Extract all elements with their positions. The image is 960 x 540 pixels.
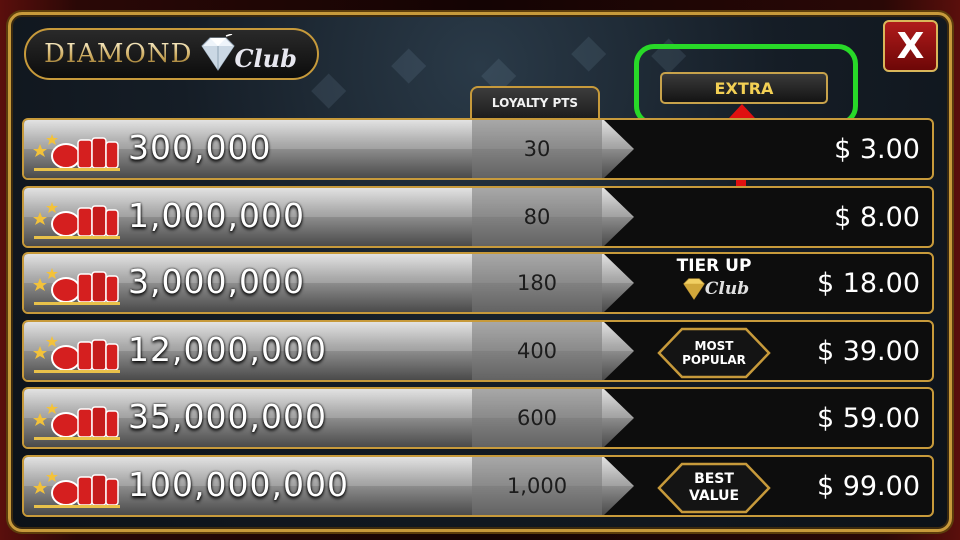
loyalty-points: 400 [516, 339, 558, 363]
loyalty-points: 600 [516, 406, 558, 430]
star-icon [33, 481, 47, 494]
loyalty-points-header: LOYALTY PTS [470, 86, 600, 118]
package-row[interactable]: 35,000,000 600 $ 59.00 [22, 387, 934, 449]
package-row[interactable]: 300,000 30 $ 3.00 [22, 118, 934, 180]
star-icon [33, 278, 47, 291]
package-row[interactable]: 1,000,000 80 $ 8.00 [22, 186, 934, 248]
star-icon [46, 403, 58, 414]
star-icon [33, 413, 47, 426]
chip-stack-icon [33, 268, 120, 305]
coin-amount: 3,000,000 [128, 262, 305, 301]
chip-stack-icon [33, 134, 120, 171]
star-icon [46, 336, 58, 347]
chip-stack-icon [33, 403, 120, 440]
bg-diamond-icon: ◆ [571, 23, 607, 77]
tier-up-badge: TIER UP Club [664, 256, 764, 312]
bg-diamond-icon: ◆ [311, 60, 347, 114]
loyalty-points: 180 [516, 271, 558, 295]
price-label: $ 8.00 [834, 201, 920, 233]
logo-club-script: Club [234, 43, 297, 73]
star-icon [33, 212, 47, 225]
package-row[interactable]: 100,000,000 1,000 BEST VALUE $ 99.00 [22, 455, 934, 517]
price-label: $ 59.00 [816, 402, 920, 434]
chip-stack-icon [33, 336, 120, 373]
package-row[interactable]: 12,000,000 400 MOST POPULAR $ 39.00 [22, 320, 934, 382]
price-label: $ 18.00 [816, 267, 920, 299]
best-value-badge: BEST VALUE [688, 471, 740, 504]
tier-up-label: TIER UP [676, 256, 752, 276]
loyalty-points: 30 [523, 137, 551, 161]
logo-word: DIAMOND [44, 39, 193, 69]
star-icon [46, 471, 58, 482]
most-popular-badge: MOST POPULAR [682, 339, 746, 367]
game-screen: ◆ ◆ ◆ ◆ ◆ DIAMOND Club X LOYALTY PTS EXT… [0, 0, 960, 540]
price-label: $ 3.00 [834, 133, 920, 165]
chip-stack-icon [33, 471, 120, 508]
price-label: $ 39.00 [816, 335, 920, 367]
chip-stack-icon [33, 202, 120, 239]
bg-diamond-icon: ◆ [391, 35, 427, 89]
star-icon [33, 144, 47, 157]
diamond-club-logo: DIAMOND Club [24, 28, 319, 80]
coin-amount: 1,000,000 [128, 196, 305, 235]
star-icon [46, 268, 58, 279]
star-icon [46, 134, 58, 145]
tier-up-club: Club [704, 279, 750, 299]
star-icon [46, 202, 58, 213]
coin-amount: 35,000,000 [128, 397, 327, 436]
price-label: $ 99.00 [816, 470, 920, 502]
star-icon [33, 346, 47, 359]
coin-amount: 300,000 [128, 128, 272, 167]
loyalty-points: 80 [523, 205, 551, 229]
loyalty-points: 1,000 [506, 474, 568, 498]
coin-amount: 100,000,000 [128, 465, 349, 504]
close-button[interactable]: X [883, 20, 938, 72]
package-row[interactable]: 3,000,000 180 TIER UP Club $ 18.00 [22, 252, 934, 314]
coin-amount: 12,000,000 [128, 330, 327, 369]
